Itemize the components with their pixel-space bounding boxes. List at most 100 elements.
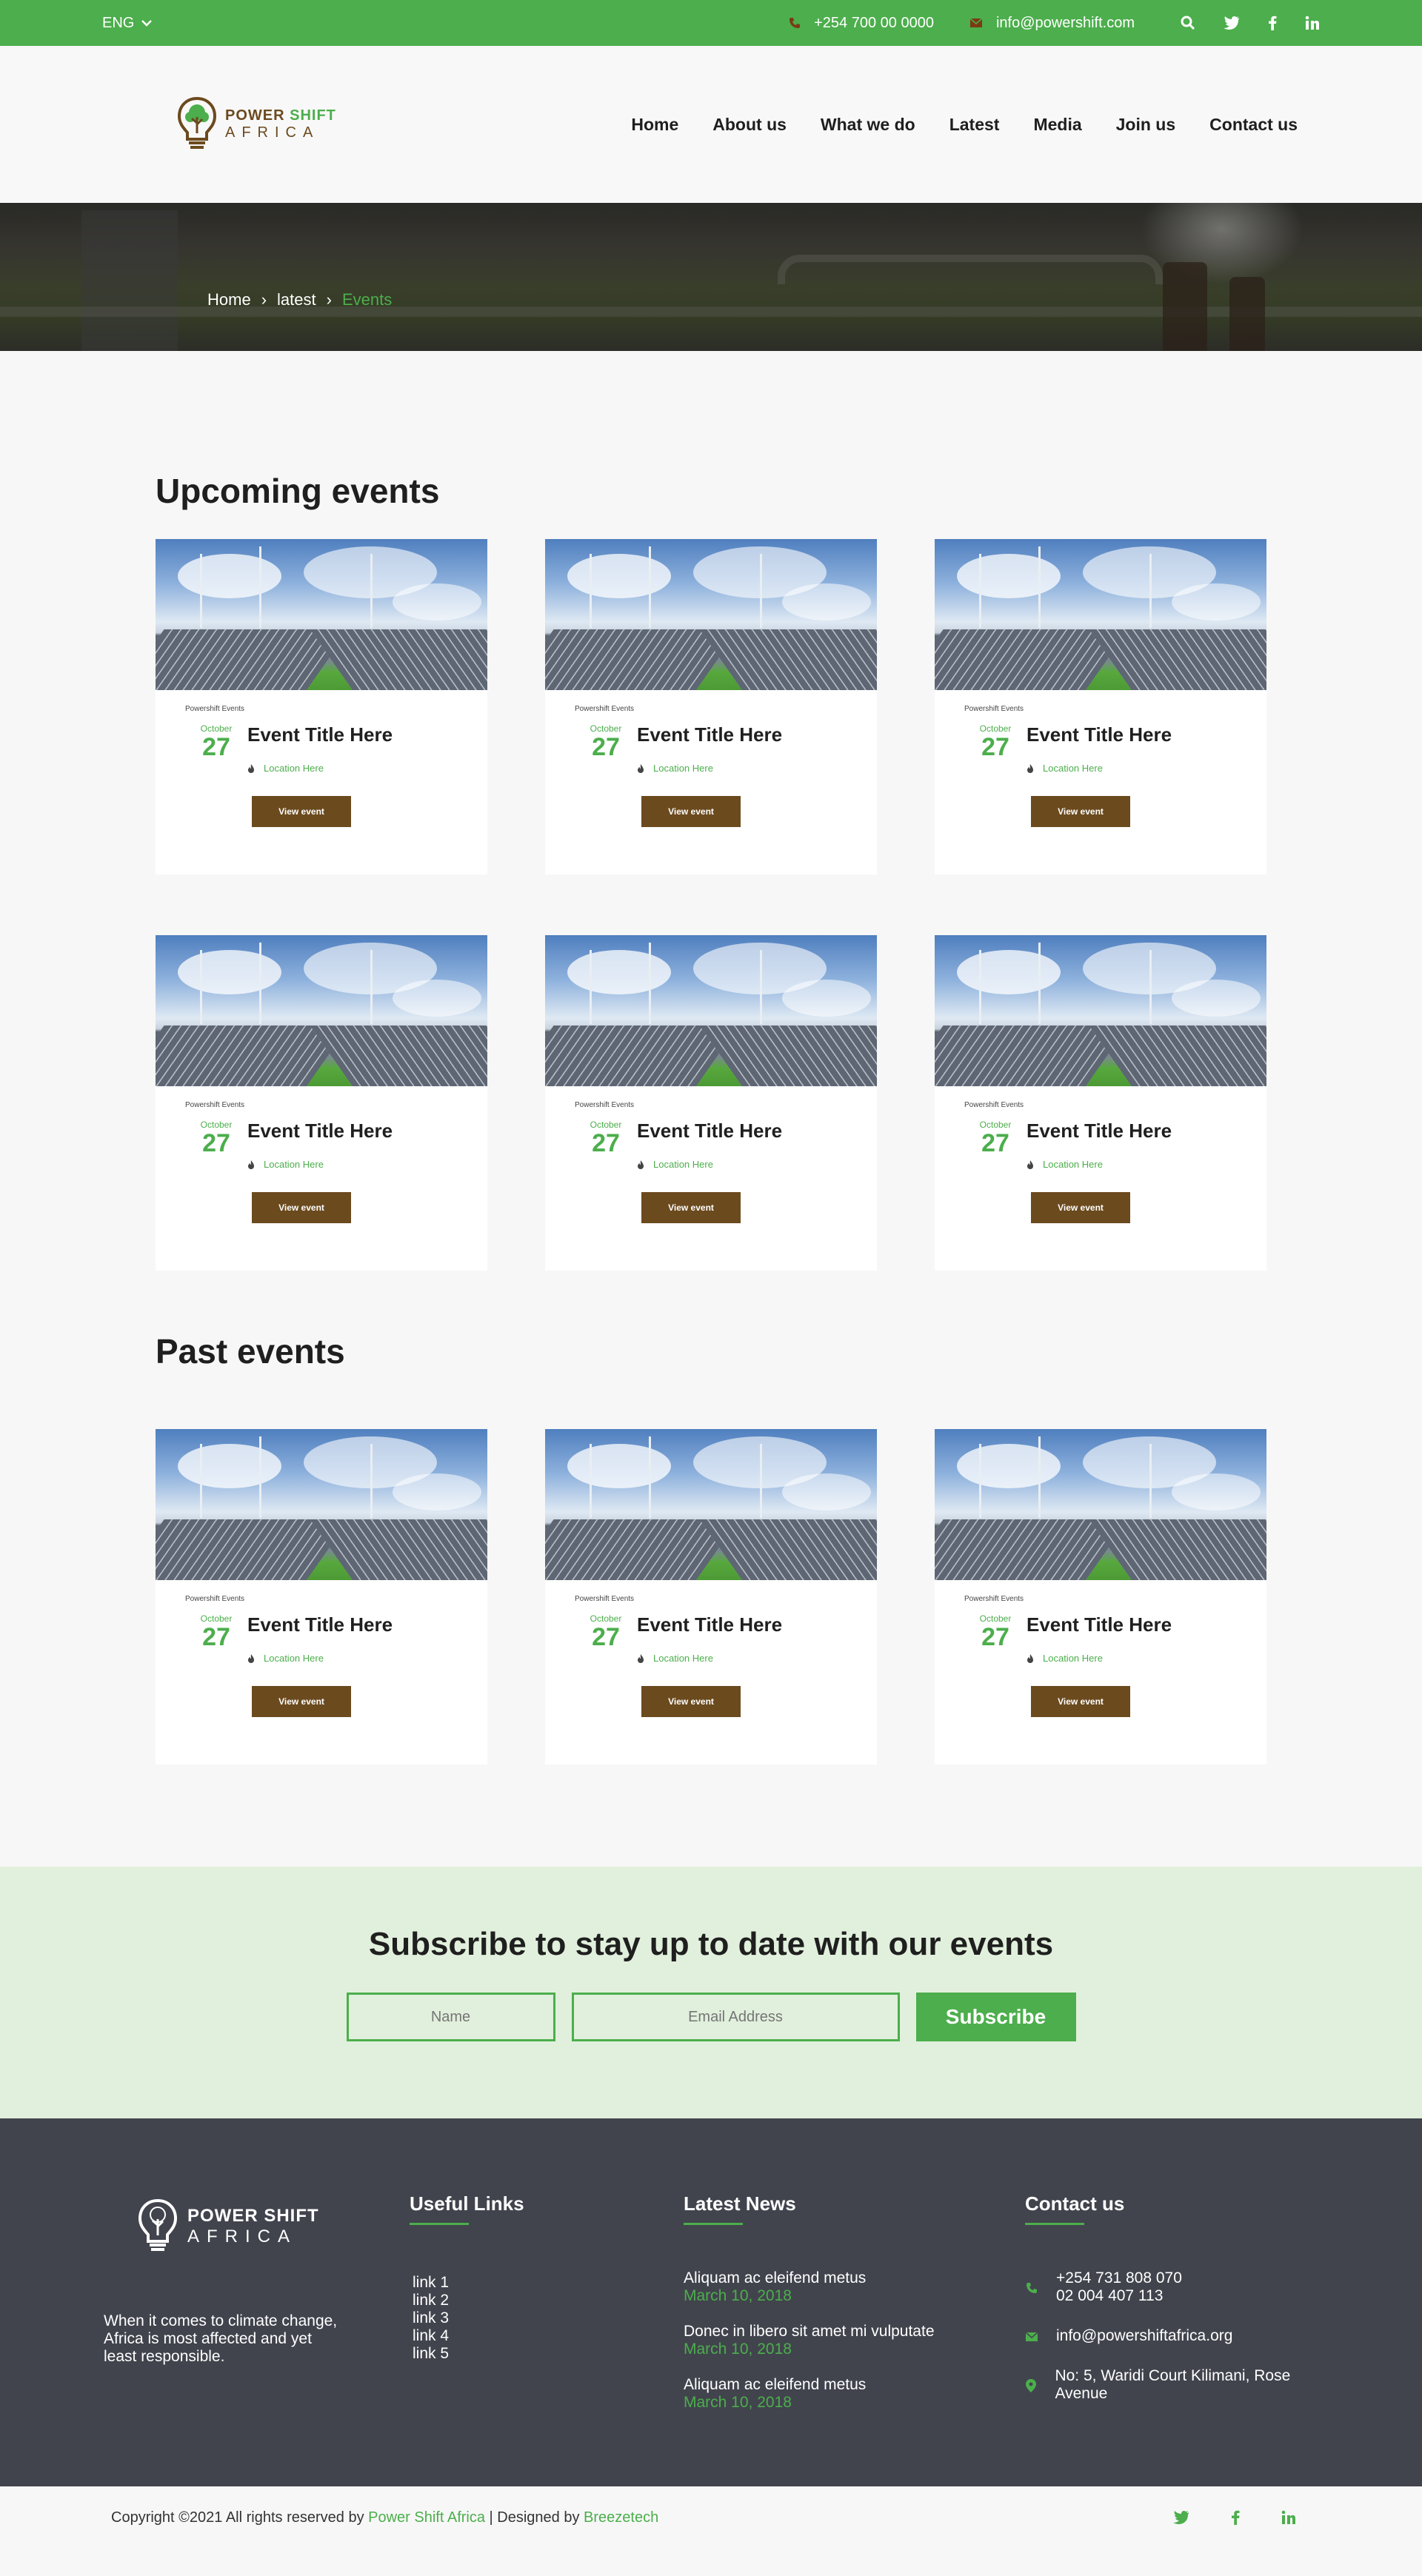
view-event-button[interactable]: View event: [641, 1686, 741, 1717]
event-title: Event Title Here: [637, 1120, 783, 1142]
linkedin-icon[interactable]: [1305, 16, 1320, 30]
view-event-button[interactable]: View event: [641, 796, 741, 827]
image-cloud: [567, 1444, 671, 1488]
email-input[interactable]: [571, 1993, 900, 2041]
twitter-icon[interactable]: [1173, 2510, 1189, 2525]
solar-panel: [1089, 629, 1266, 690]
event-image: [156, 539, 487, 690]
breadcrumb-current: Events: [341, 290, 393, 309]
event-month: October: [200, 723, 233, 734]
twitter-icon[interactable]: [1224, 16, 1240, 30]
search-icon[interactable]: [1181, 16, 1195, 30]
event-date: October 27: [185, 1613, 247, 1664]
view-event-button[interactable]: View event: [252, 1686, 351, 1717]
event-day: 27: [592, 733, 620, 761]
nav-what-we-do[interactable]: What we do: [821, 115, 915, 135]
mail-icon: [1025, 2329, 1038, 2345]
footer-link[interactable]: link 4: [413, 2327, 524, 2345]
nav-latest[interactable]: Latest: [949, 115, 1000, 135]
designer-link[interactable]: Breezetech: [584, 2509, 658, 2526]
wind-turbine: [760, 554, 762, 628]
event-location-text: Location Here: [653, 1653, 713, 1664]
event-title: Event Title Here: [247, 1613, 393, 1636]
event-date: October 27: [964, 1120, 1027, 1170]
nav-join-us[interactable]: Join us: [1116, 115, 1176, 135]
nav-about-us[interactable]: About us: [712, 115, 787, 135]
footer-link[interactable]: link 2: [413, 2292, 524, 2309]
news-item[interactable]: Aliquam ac eleifend metus March 10, 2018: [684, 2269, 995, 2305]
contact-title: Contact us: [1025, 2192, 1125, 2215]
event-month: October: [979, 723, 1012, 734]
footer-logo[interactable]: POWER SHIFT AFRICA: [137, 2198, 319, 2255]
event-category: Powershift Events: [185, 1101, 245, 1109]
event-image: [935, 935, 1266, 1086]
event-title: Event Title Here: [637, 723, 783, 746]
name-input[interactable]: [346, 1993, 555, 2041]
copyright-prefix: Copyright ©2021 All rights reserved by: [111, 2509, 364, 2526]
event-location-text: Location Here: [264, 1159, 324, 1170]
site-logo[interactable]: POWER SHIFT AFRICA: [176, 96, 336, 153]
wind-turbine: [1038, 943, 1041, 1024]
site-footer: POWER SHIFT AFRICA When it comes to clim…: [0, 2118, 1422, 2486]
wind-turbine: [259, 943, 261, 1024]
linkedin-icon[interactable]: [1281, 2510, 1296, 2525]
news-item[interactable]: Aliquam ac eleifend metus March 10, 2018: [684, 2376, 995, 2412]
view-event-button[interactable]: View event: [252, 1192, 351, 1223]
event-date: October 27: [575, 1120, 637, 1170]
topbar-email[interactable]: info@powershift.com: [969, 15, 1135, 32]
subscribe-button[interactable]: Subscribe: [915, 1993, 1076, 2041]
flame-icon: [637, 1160, 644, 1170]
wind-turbine: [370, 950, 373, 1024]
contact-email-text: info@powershiftafrica.org: [1056, 2327, 1233, 2344]
image-cloud: [957, 1444, 1061, 1488]
wind-turbine: [370, 1444, 373, 1518]
view-event-button[interactable]: View event: [1031, 1192, 1130, 1223]
event-month: October: [200, 1613, 233, 1624]
event-title: Event Title Here: [1027, 1613, 1172, 1636]
event-image: [545, 1429, 877, 1580]
facebook-icon[interactable]: [1268, 16, 1277, 30]
event-location-text: Location Here: [264, 1653, 324, 1664]
topbar-phone[interactable]: +254 700 00 0000: [789, 15, 934, 32]
view-event-button[interactable]: View event: [1031, 1686, 1130, 1717]
flame-icon: [1027, 763, 1034, 774]
nav-contact-us[interactable]: Contact us: [1209, 115, 1298, 135]
image-cloud: [1172, 980, 1261, 1017]
flame-icon: [637, 763, 644, 774]
view-event-button[interactable]: View event: [641, 1192, 741, 1223]
contact-phone[interactable]: +254 731 808 070 02 004 407 113: [1025, 2269, 1321, 2305]
event-location: Location Here: [637, 1159, 782, 1170]
image-cloud: [178, 950, 281, 994]
contact-email[interactable]: info@powershiftafrica.org: [1025, 2327, 1321, 2345]
footer-link[interactable]: link 3: [413, 2309, 524, 2327]
event-location: Location Here: [247, 1159, 393, 1170]
copyright-org-link[interactable]: Power Shift Africa: [368, 2509, 485, 2526]
event-location: Location Here: [637, 1653, 782, 1664]
flame-icon: [247, 1653, 255, 1664]
solar-panel: [1089, 1026, 1266, 1086]
event-date: October 27: [964, 1613, 1027, 1664]
event-date: October 27: [575, 1613, 637, 1664]
event-month: October: [200, 1120, 233, 1130]
language-selector[interactable]: ENG: [102, 15, 153, 32]
solar-panel: [310, 629, 487, 690]
nav-home[interactable]: Home: [631, 115, 678, 135]
event-category: Powershift Events: [185, 1595, 245, 1603]
footer-link[interactable]: link 1: [413, 2274, 524, 2292]
breadcrumb-latest[interactable]: latest: [277, 290, 316, 310]
wind-turbine: [370, 554, 373, 628]
topbar-phone-text: +254 700 00 0000: [814, 14, 934, 31]
image-cloud: [782, 1473, 871, 1511]
footer-link[interactable]: link 5: [413, 2345, 524, 2363]
banner-overlay: [0, 203, 1422, 351]
event-category: Powershift Events: [185, 705, 245, 713]
facebook-icon[interactable]: [1231, 2510, 1240, 2525]
view-event-button[interactable]: View event: [1031, 796, 1130, 827]
news-item[interactable]: Donec in libero sit amet mi vulputate Ma…: [684, 2323, 995, 2358]
breadcrumb-home[interactable]: Home: [207, 290, 251, 310]
event-location-text: Location Here: [1043, 1159, 1103, 1170]
solar-panel: [1089, 1519, 1266, 1580]
view-event-button[interactable]: View event: [252, 796, 351, 827]
logo-word-shift: SHIFT: [290, 107, 336, 124]
nav-media[interactable]: Media: [1033, 115, 1081, 135]
